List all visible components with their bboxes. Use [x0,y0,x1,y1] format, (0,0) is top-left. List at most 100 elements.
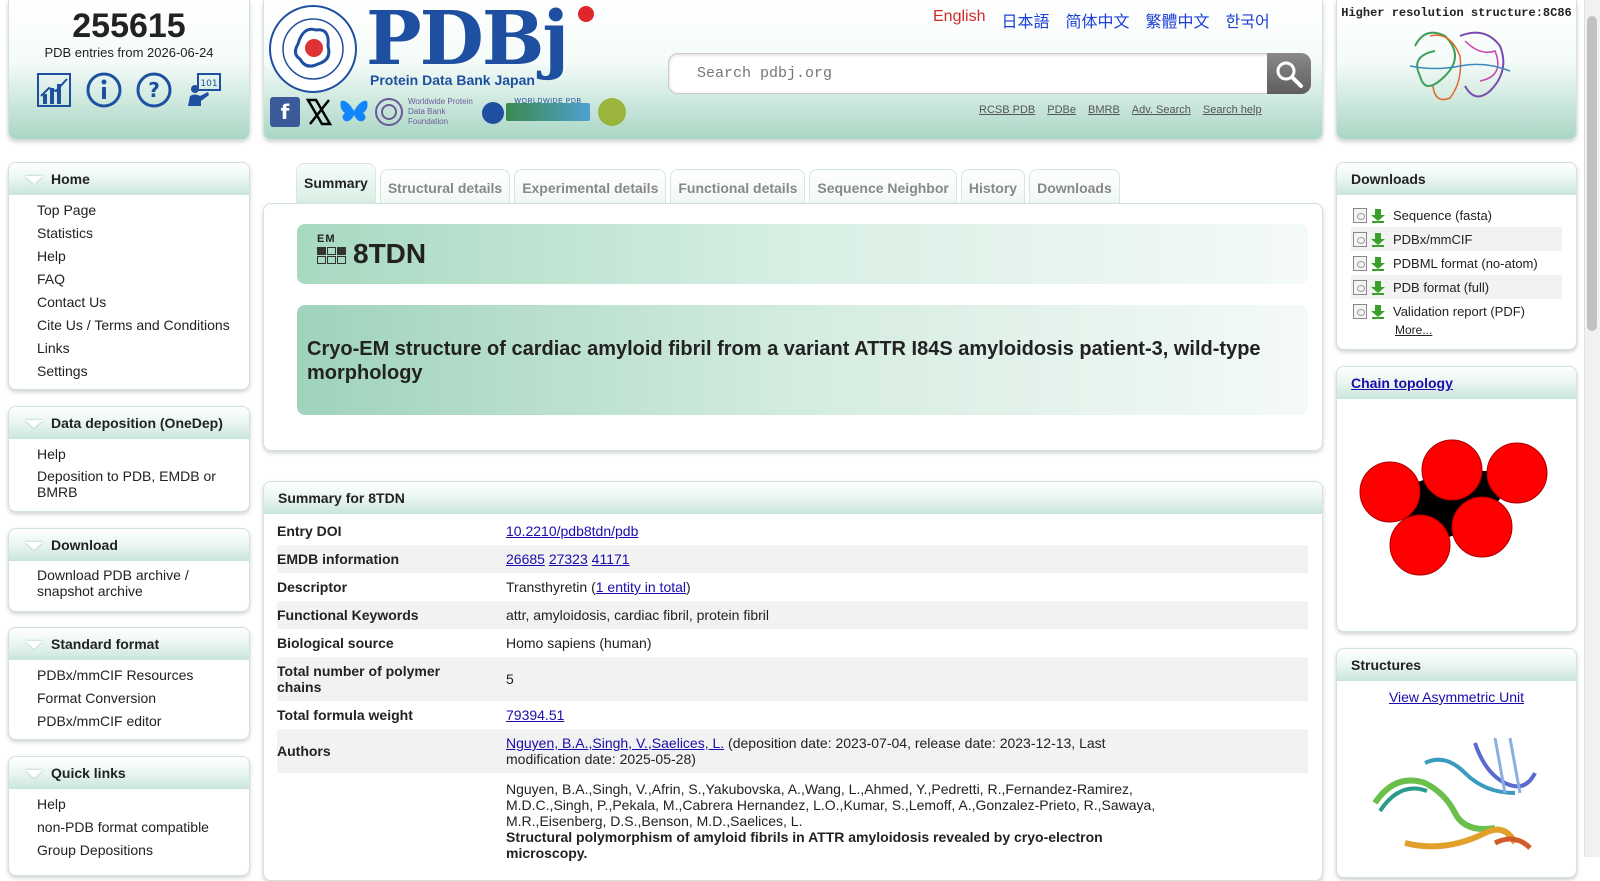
sidebar-section-header[interactable]: Download [9,529,249,561]
tab-experimental-details[interactable]: Experimental details [514,169,667,207]
lang-traditional-chinese[interactable]: 繁體中文 [1146,8,1210,32]
collapse-triangle-icon[interactable] [25,420,43,428]
tab-history[interactable]: History [960,169,1026,207]
search-input[interactable] [695,54,1255,92]
sidebar-item-mmcif-editor[interactable]: PDBx/mmCIF editor [37,710,241,733]
chain-node[interactable] [1421,439,1483,501]
x-twitter-icon[interactable] [304,97,334,127]
download-arrow-icon[interactable] [1371,304,1385,319]
collapse-triangle-icon[interactable] [25,770,43,778]
emdb-link[interactable]: 27323 [549,551,588,567]
entity-count-link[interactable]: 1 entity in total [596,579,686,595]
scrollbar-thumb[interactable] [1587,16,1597,331]
search-button[interactable] [1267,53,1311,94]
tutorial-101-icon[interactable]: 101 [186,72,222,108]
sidebar-item-format-conversion[interactable]: Format Conversion [37,687,241,710]
statistics-chart-icon[interactable] [36,72,72,108]
sidebar-item-deposition[interactable]: Deposition to PDB, EMDB or BMRB [37,466,241,502]
sidebar-item-links[interactable]: Links [37,337,241,360]
view-file-icon[interactable] [1353,303,1367,319]
download-arrow-icon[interactable] [1371,232,1385,247]
emdb-link[interactable]: 26685 [506,551,545,567]
authors-link[interactable]: Nguyen, B.A.,Singh, V.,Saelices, L. [506,735,724,751]
emdb-link[interactable]: 41171 [592,551,630,567]
sidebar-item-statistics[interactable]: Statistics [37,222,241,245]
chain-node[interactable] [1451,496,1513,558]
lang-simplified-chinese[interactable]: 简体中文 [1066,8,1130,32]
chain-node[interactable] [1389,514,1451,576]
link-pdbe[interactable]: PDBe [1047,104,1076,116]
sidebar-section-header[interactable]: Quick links [9,757,249,789]
view-file-icon[interactable] [1353,207,1367,223]
collapse-triangle-icon[interactable] [25,641,43,649]
sidebar-item-non-pdb-format[interactable]: non-PDB format compatible [37,816,241,839]
entry-tabs: Summary Structural details Experimental … [296,163,1120,207]
table-row: Descriptor Transthyretin (1 entity in to… [277,573,1308,601]
tab-summary[interactable]: Summary [296,163,376,203]
download-item-pdb-format[interactable]: PDB format (full) [1351,275,1562,299]
higher-resolution-caption[interactable]: Higher resolution structure:8C86 [1337,6,1576,20]
chain-topology-diagram[interactable] [1357,437,1557,597]
biological-source: Homo sapiens (human) [506,635,652,651]
wwpdb-foundation-logo[interactable]: Worldwide Protein Data Bank Foundation [374,97,478,127]
wwpdb-logo[interactable]: WORLDWIDE PDB PROTEIN DATA BANK [482,96,630,128]
chain-node[interactable] [1359,461,1421,523]
download-arrow-icon[interactable] [1371,280,1385,295]
chain-topology-link[interactable]: Chain topology [1351,375,1453,391]
view-file-icon[interactable] [1353,231,1367,247]
downloads-more-link[interactable]: More... [1395,323,1576,337]
download-arrow-icon[interactable] [1371,208,1385,223]
link-adv-search[interactable]: Adv. Search [1132,104,1191,116]
entry-doi-link[interactable]: 10.2210/pdb8tdn/pdb [506,523,638,539]
info-icon[interactable] [86,72,122,108]
sidebar-item-deposition-help[interactable]: Help [37,443,241,466]
tab-functional-details[interactable]: Functional details [670,169,806,207]
sidebar-section-header[interactable]: Data deposition (OneDep) [9,407,249,439]
sidebar-item-top-page[interactable]: Top Page [37,199,241,222]
lang-english[interactable]: English [933,8,985,32]
chain-node[interactable] [1486,442,1548,504]
sidebar-item-contact-us[interactable]: Contact Us [37,291,241,314]
sidebar-home-panel: Home Top Page Statistics Help FAQ Contac… [8,162,250,390]
view-file-icon[interactable] [1353,255,1367,271]
download-item-pdbml[interactable]: PDBML format (no-atom) [1351,251,1562,275]
sidebar-item-help[interactable]: Help [37,245,241,268]
link-rcsb-pdb[interactable]: RCSB PDB [979,104,1035,116]
tab-structural-details[interactable]: Structural details [379,169,511,207]
sidebar-item-group-depositions[interactable]: Group Depositions [37,839,241,862]
facebook-icon[interactable]: f [270,97,300,127]
collapse-triangle-icon[interactable] [25,542,43,550]
lang-japanese[interactable]: 日本語 [1001,8,1049,32]
sidebar-item-settings[interactable]: Settings [37,360,241,383]
page-scrollbar[interactable] [1584,0,1600,857]
sidebar-item-download-archive[interactable]: Download PDB archive / snapshot archive [37,565,241,601]
view-file-icon[interactable] [1353,279,1367,295]
sidebar-section-header[interactable]: Home [9,163,249,195]
sidebar-item-mmcif-resources[interactable]: PDBx/mmCIF Resources [37,664,241,687]
help-question-icon[interactable]: ? [136,72,172,108]
pdbj-seal-logo[interactable] [268,4,358,94]
tab-sequence-neighbor[interactable]: Sequence Neighbor [809,169,957,207]
download-item-label: Sequence (fasta) [1393,207,1493,223]
view-asymmetric-unit-link[interactable]: View Asymmetric Unit [1389,689,1524,705]
bluesky-icon[interactable] [338,97,370,127]
tab-downloads[interactable]: Downloads [1029,169,1120,207]
download-item-mmcif[interactable]: PDBx/mmCIF [1351,227,1562,251]
chain-topology-header: Chain topology [1337,367,1576,399]
sidebar-item-quick-help[interactable]: Help [37,793,241,816]
lang-korean[interactable]: 한국어 [1226,8,1270,32]
download-item-fasta[interactable]: Sequence (fasta) [1351,203,1562,227]
structure-thumbnail-image[interactable] [1405,26,1515,106]
download-arrow-icon[interactable] [1371,256,1385,271]
sidebar-item-cite-us[interactable]: Cite Us / Terms and Conditions [37,314,241,337]
link-bmrb[interactable]: BMRB [1088,104,1120,116]
download-item-validation[interactable]: Validation report (PDF) [1351,299,1562,323]
sidebar-item-faq[interactable]: FAQ [37,268,241,291]
asymmetric-unit-image[interactable] [1365,733,1545,853]
table-row: Authors Nguyen, B.A.,Singh, V.,Saelices,… [277,729,1308,773]
collapse-triangle-icon[interactable] [25,176,43,184]
pdbj-wordmark-logo[interactable]: PDBj Protein Data Bank Japan [366,0,594,88]
sidebar-section-header[interactable]: Standard format [9,628,249,660]
link-search-help[interactable]: Search help [1203,104,1262,116]
formula-weight-link[interactable]: 79394.51 [506,707,564,723]
